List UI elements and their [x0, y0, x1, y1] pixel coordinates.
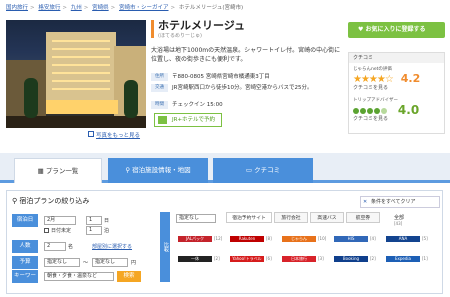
checkin-row: 時間 チェックイン 15:00: [151, 101, 341, 109]
persons-suffix: 名: [68, 244, 74, 250]
site-all-label[interactable]: 全部: [394, 214, 404, 221]
day-suffix: 日: [104, 218, 110, 224]
tab-reviews[interactable]: ▭ クチコミ: [213, 158, 313, 183]
site-logo[interactable]: ANA: [386, 236, 420, 242]
site-logo[interactable]: HIS: [334, 236, 368, 242]
search-icon: ⚲: [12, 197, 18, 205]
review-box: クチコミ じゃらんnetの評価 ★★★★☆ 4.2 クチコミを見る トリップアド…: [348, 52, 445, 134]
budget-suffix: 円: [131, 260, 137, 266]
speech-bubble-icon: ▭: [245, 166, 253, 174]
search-title: ⚲ 宿泊プランの絞り込み: [12, 197, 90, 205]
hotel-photo[interactable]: [6, 20, 146, 128]
calendar-icon: ▦: [37, 167, 44, 175]
site-tab-bus[interactable]: 高速バス: [310, 212, 344, 223]
address-value: 〒880-0805 宮崎県宮崎市橘通東3丁目: [172, 74, 270, 80]
keyword-input[interactable]: 朝食・夕食・温泉など: [44, 272, 114, 281]
sites-label: 比較: [160, 212, 170, 282]
checkin-value: チェックイン 15:00: [172, 102, 223, 108]
tab-hotel-info[interactable]: ⚲ 宿泊施設情報・地図: [108, 158, 208, 183]
search-button[interactable]: 検索: [117, 271, 141, 282]
breadcrumb: 国内旅行 > 格安旅行 > 九州 > 宮崎県 > 宮崎市・シーガイア > ホテルメリージュ…: [6, 5, 244, 11]
hotel-kana: (ほてるめりーじゅ): [158, 33, 202, 39]
hotel-title: ホテルメリージュ (ほてるめりーじゅ): [151, 19, 341, 39]
jr-hotel-plan-button[interactable]: JR+ホテルで予約: [154, 113, 222, 127]
budget-max-select[interactable]: 指定なし: [92, 258, 128, 267]
site-logo[interactable]: じゃらん: [282, 236, 316, 242]
site-logo[interactable]: Yahoo!トラベル: [230, 256, 264, 262]
site-logo[interactable]: JALパック: [178, 236, 212, 242]
site-logo[interactable]: Rakuten: [230, 236, 264, 242]
map-pin-icon: ⚲: [125, 166, 131, 174]
nights-select[interactable]: 1: [86, 226, 102, 235]
review-link-2[interactable]: クチコミを見る: [349, 115, 444, 122]
row-label-persons: 人数: [12, 240, 38, 253]
access-label: 交通: [151, 84, 168, 92]
month-select[interactable]: 2月: [44, 216, 76, 225]
train-icon: [158, 116, 167, 124]
rating-score-2: 4.0: [397, 103, 420, 117]
access-row: 交通 JR宮崎駅西口から徒歩10分。宮崎空港からバスで25分。: [151, 84, 341, 92]
site-tab-air[interactable]: 航空券: [346, 212, 380, 223]
hotel-name: ホテルメリージュ: [158, 19, 246, 32]
breadcrumb-item[interactable]: 九州: [71, 5, 82, 11]
site-logo[interactable]: Expedia: [386, 256, 420, 262]
access-value: JR宮崎駅西口から徒歩10分。宮崎空港からバスで25分。: [172, 85, 313, 91]
room-select-link[interactable]: 部屋別に選択する: [92, 243, 132, 250]
row-label-keyword: キーワード: [12, 270, 38, 292]
camera-icon: [88, 131, 94, 137]
more-photos-link[interactable]: 写真をもっと見る: [96, 131, 140, 139]
breadcrumb-item[interactable]: 宮崎市・シーガイア: [119, 5, 169, 11]
tab-plan-list[interactable]: ▦ プラン一覧: [14, 158, 102, 183]
day-select[interactable]: 1: [86, 216, 102, 225]
site-tab-hotel[interactable]: 宿泊予約サイト: [226, 212, 272, 223]
persons-select[interactable]: 2: [44, 242, 66, 251]
row-label-budget: 予算: [12, 256, 38, 269]
heart-icon: ♥: [358, 26, 364, 33]
clear-conditions-button[interactable]: ✕ 条件をすべてクリア: [360, 196, 440, 208]
site-all-count: [43]: [394, 221, 403, 226]
review-header: クチコミ: [349, 53, 444, 63]
breadcrumb-current: ホテルメリージュ(宮崎市): [178, 5, 244, 11]
site-logo[interactable]: 一休: [178, 256, 212, 262]
rating-score-1: 4.2: [400, 72, 421, 85]
site-logo[interactable]: 日本旅行: [282, 256, 316, 262]
review-link-1[interactable]: クチコミを見る: [349, 84, 444, 91]
date-undecided-label: 日付未定: [51, 228, 72, 234]
site-tab-travel[interactable]: 旅行会社: [274, 212, 308, 223]
nights-suffix: 泊: [104, 228, 110, 234]
close-icon: ✕: [363, 199, 368, 205]
breadcrumb-item[interactable]: 宮崎県: [92, 5, 109, 11]
site-logo[interactable]: Booking: [334, 256, 368, 262]
address-row: 住所 〒880-0805 宮崎県宮崎市橘通東3丁目: [151, 73, 341, 81]
date-undecided-checkbox[interactable]: [44, 228, 49, 233]
add-favorite-button[interactable]: ♥ お気に入りに登録する: [348, 22, 445, 38]
breadcrumb-item[interactable]: 格安旅行: [38, 5, 60, 11]
breadcrumb-item[interactable]: 国内旅行: [6, 5, 28, 11]
budget-min-select[interactable]: 指定なし: [44, 258, 80, 267]
sort-select[interactable]: 指定なし: [176, 214, 216, 223]
site-logo-grid: JALパック [12] Rakuten [8] じゃらん [10] HIS [4…: [174, 232, 440, 272]
hotel-description: 大浴場は地下1000mの天然温泉。シャワートイレ付。宮崎の中心街に位置し、夜の街…: [151, 47, 341, 63]
checkin-label: 時間: [151, 101, 168, 109]
row-label-date: 宿泊日: [12, 214, 38, 227]
address-label: 住所: [151, 73, 168, 81]
